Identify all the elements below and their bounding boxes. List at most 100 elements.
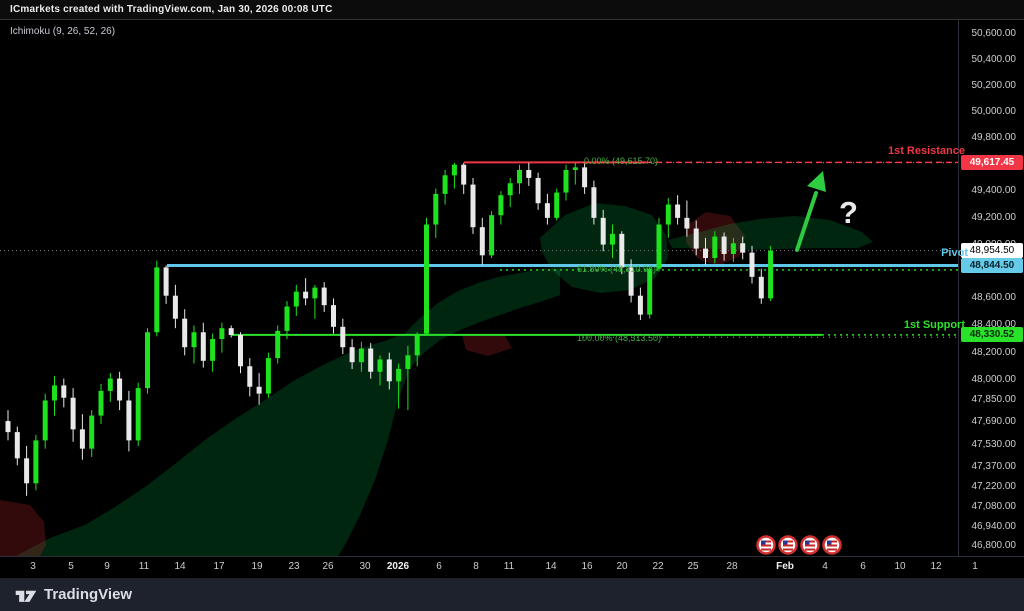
candle-body: [730, 243, 736, 254]
tradingview-wordmark[interactable]: TradingView: [44, 586, 132, 603]
candle-body: [424, 224, 429, 334]
candle-body: [293, 291, 299, 307]
time-tick: 26: [322, 561, 334, 572]
candle-body: [591, 187, 597, 218]
candle-body: [572, 167, 578, 170]
flag-stripe: [761, 544, 771, 547]
candle-body: [526, 169, 532, 178]
resistance-label[interactable]: 1st Resistance: [888, 145, 965, 157]
pivot-label[interactable]: Pivot: [941, 247, 968, 259]
time-tick: 30: [359, 561, 371, 572]
time-axis[interactable]: 3 5 9 11 14 17 19 23 26 30 2026 6 8 11 14 16 20 22 25 28 Feb…: [0, 556, 1024, 578]
candle-body: [107, 378, 113, 391]
candle-body: [5, 421, 11, 433]
trend-arrow-head[interactable]: [807, 171, 826, 192]
cloud-red-region: [0, 500, 46, 556]
candle-body: [52, 385, 57, 401]
support-label[interactable]: 1st Support: [904, 319, 965, 331]
candle-body: [693, 228, 699, 249]
time-tick: 11: [138, 561, 150, 572]
flag-stripe: [805, 544, 815, 547]
candle-body: [126, 400, 132, 441]
time-tick: 25: [687, 561, 699, 572]
time-tick: 5: [68, 561, 74, 572]
candle-body: [331, 305, 336, 327]
current-price-badge: 48,954.50: [961, 243, 1023, 259]
candle-body: [358, 348, 364, 363]
candle-body: [544, 203, 550, 218]
price-tick: 49,200.00: [971, 211, 1017, 223]
candle-body: [340, 326, 346, 348]
price-tick: 47,850.00: [971, 394, 1017, 406]
time-tick: 14: [174, 561, 186, 572]
candle-body: [740, 243, 746, 253]
candle-body: [712, 236, 718, 258]
candle-body: [461, 164, 467, 185]
price-tick: 50,400.00: [971, 53, 1017, 65]
fib-618-label[interactable]: 61.80% (48,810.94): [577, 264, 656, 274]
time-tick: 8: [473, 561, 479, 572]
time-tick: 16: [581, 561, 593, 572]
candle-body: [451, 164, 457, 176]
price-tick: 47,530.00: [971, 438, 1017, 450]
candle-body: [238, 334, 243, 367]
flag-stripe: [827, 548, 837, 551]
candle-body: [647, 268, 653, 315]
candle-body: [563, 169, 569, 193]
candle-body: [70, 397, 76, 430]
economic-event-icons[interactable]: [756, 535, 842, 555]
candle-body: [721, 236, 727, 254]
candle-body: [433, 193, 439, 225]
us-flag-event-icon[interactable]: [800, 535, 820, 555]
candle-body: [191, 332, 197, 348]
price-tick: 47,370.00: [971, 460, 1017, 472]
candle-body: [498, 195, 504, 216]
price-tick: 48,000.00: [971, 373, 1017, 385]
candle-body: [675, 204, 681, 218]
candle-body: [656, 224, 662, 269]
flag-stripe: [827, 544, 837, 547]
candle-body: [619, 233, 625, 268]
fib-100-label[interactable]: 100.00% (48,313.50): [577, 333, 661, 343]
price-tick: 47,080.00: [971, 500, 1017, 512]
candle-body: [135, 388, 141, 441]
price-axis[interactable]: 49,617.45 48,954.50 48,844.50 48,330.52 …: [958, 20, 1024, 556]
question-mark-annotation[interactable]: ?: [839, 195, 858, 231]
candle-body: [154, 267, 160, 333]
candle-body: [768, 250, 774, 299]
candle-body: [284, 306, 290, 331]
candle-body: [535, 177, 541, 204]
candle-body: [172, 295, 178, 319]
us-flag-event-icon[interactable]: [756, 535, 776, 555]
price-tick: 50,200.00: [971, 79, 1017, 91]
candlestick-chart-canvas[interactable]: [0, 0, 1024, 611]
fib-0-label[interactable]: 0.00% (49,615.70): [584, 156, 658, 166]
candle-body: [489, 215, 495, 256]
candle-body: [321, 287, 327, 306]
candle-body: [228, 328, 234, 335]
ichimoku-cloud: [0, 203, 873, 556]
us-flag-event-icon[interactable]: [778, 535, 798, 555]
indicator-legend[interactable]: Ichimoku (9, 26, 52, 26): [10, 26, 115, 37]
time-tick: 9: [104, 561, 110, 572]
tradingview-logo-icon[interactable]: [14, 585, 38, 605]
resistance-price-badge: 49,617.45: [961, 154, 1023, 170]
candle-body: [79, 429, 85, 449]
time-tick: 20: [616, 561, 628, 572]
pivot-price-badge: 48,844.50: [961, 257, 1023, 273]
time-tick: 6: [860, 561, 866, 572]
time-tick: 28: [726, 561, 738, 572]
candle-body: [665, 204, 671, 225]
candle-body: [256, 386, 262, 394]
candle-body: [414, 334, 420, 356]
price-tick: 49,400.00: [971, 185, 1017, 197]
candle-body: [442, 175, 448, 194]
time-tick: 11: [503, 561, 515, 572]
candle-body: [600, 217, 606, 245]
time-tick: 6: [436, 561, 442, 572]
price-tick: 46,800.00: [971, 540, 1017, 552]
candle-body: [89, 415, 95, 449]
candle-body: [182, 318, 188, 348]
price-tick: 47,220.00: [971, 481, 1017, 493]
us-flag-event-icon[interactable]: [822, 535, 842, 555]
